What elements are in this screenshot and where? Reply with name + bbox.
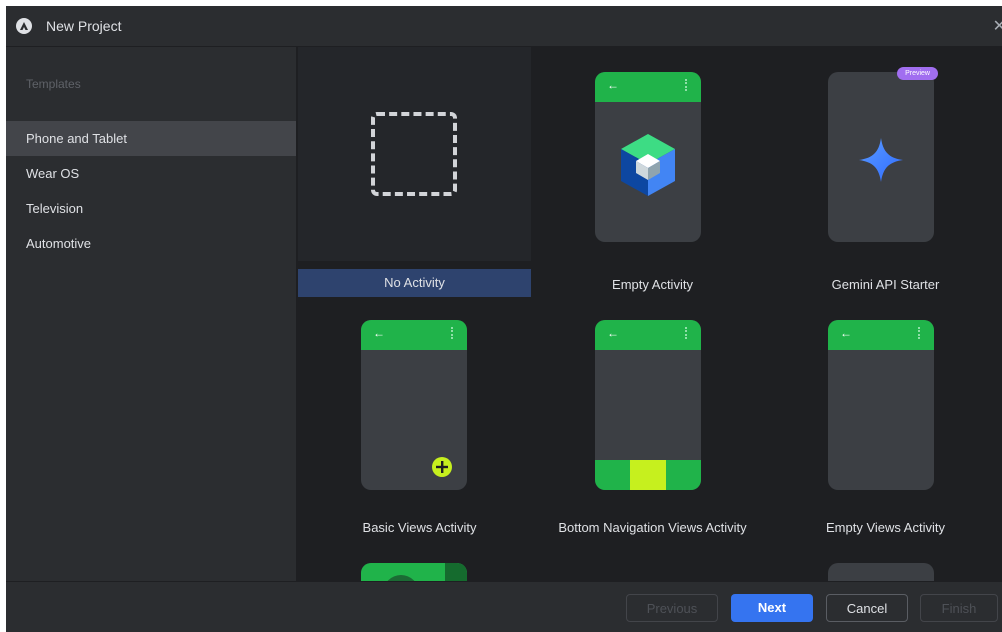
fab-add-icon [432, 457, 452, 477]
back-arrow-icon: ← [607, 78, 619, 92]
template-empty-activity[interactable]: ← Empty Activity [536, 47, 769, 292]
phone-preview [361, 563, 467, 582]
back-arrow-icon: ← [607, 326, 619, 340]
sidebar-item-television[interactable]: Television [6, 191, 296, 226]
android-studio-icon [16, 18, 32, 34]
new-project-dialog: New Project ✕ Templates Phone and Tablet… [6, 6, 1002, 632]
sidebar-header: Templates [26, 77, 81, 91]
template-bottom-navigation-views-activity[interactable]: ← Bottom Navigation Views Activity [536, 294, 769, 537]
template-partial-row3-left[interactable] [303, 537, 536, 582]
sidebar-item-automotive[interactable]: Automotive [6, 226, 296, 261]
overflow-menu-icon [451, 327, 455, 339]
sidebar-item-phone-and-tablet[interactable]: Phone and Tablet [6, 121, 296, 156]
sidebar-item-wear-os[interactable]: Wear OS [6, 156, 296, 191]
jetpack-compose-cube-icon [621, 134, 675, 196]
template-label: No Activity [298, 269, 531, 297]
gemini-sparkle-icon [859, 138, 903, 182]
cancel-button[interactable]: Cancel [826, 594, 908, 622]
template-label: Empty Views Activity [826, 520, 945, 535]
window-title: New Project [46, 18, 122, 34]
back-arrow-icon: ← [373, 326, 385, 340]
template-no-activity[interactable]: No Activity [298, 47, 531, 297]
template-category-sidebar: Templates Phone and Tablet Wear OS Telev… [6, 47, 296, 582]
phone-preview: ← [828, 320, 934, 490]
back-arrow-icon: ← [840, 326, 852, 340]
preview-badge: Preview [897, 67, 938, 80]
template-basic-views-activity[interactable]: ← Basic Views Activity [303, 294, 536, 537]
next-button[interactable]: Next [731, 594, 813, 622]
template-label: Gemini API Starter [831, 277, 940, 292]
overflow-menu-icon [918, 327, 922, 339]
phone-preview: ← [595, 72, 701, 242]
title-bar: New Project ✕ [6, 6, 1002, 47]
bottom-nav-selected-item [630, 460, 666, 490]
overflow-menu-icon [685, 79, 689, 91]
close-icon[interactable]: ✕ [993, 16, 1002, 36]
phone-preview: Preview [828, 67, 938, 242]
overflow-menu-icon [685, 327, 689, 339]
template-label: Empty Activity [612, 277, 693, 292]
template-label: Bottom Navigation Views Activity [558, 520, 747, 535]
template-gallery: No Activity ← Empty Activity Preview Gem… [296, 47, 1002, 582]
phone-preview: ← [595, 320, 701, 490]
phone-preview [828, 563, 934, 582]
previous-button[interactable]: Previous [626, 594, 718, 622]
dialog-footer: Previous Next Cancel Finish [6, 581, 1002, 632]
bottom-navigation-bar [595, 460, 701, 490]
template-partial-row3-right[interactable] [769, 537, 1002, 582]
phone-preview: ← [361, 320, 467, 490]
template-gemini-api-starter[interactable]: Preview Gemini API Starter [769, 47, 1002, 292]
template-empty-views-activity[interactable]: ← Empty Views Activity [769, 294, 1002, 537]
template-label: Basic Views Activity [362, 520, 477, 535]
finish-button[interactable]: Finish [920, 594, 998, 622]
no-activity-placeholder-icon [371, 112, 457, 196]
